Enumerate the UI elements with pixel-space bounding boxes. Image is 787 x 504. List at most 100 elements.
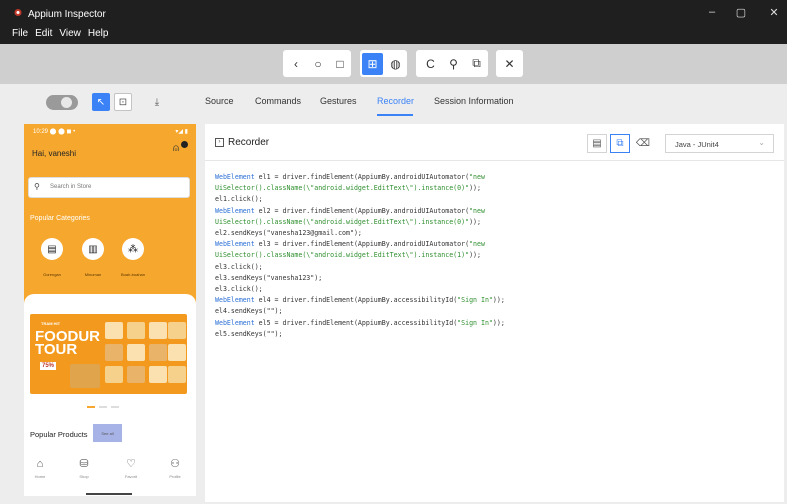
device-screenshot[interactable]: 10:29 ⬤ ⬤ ◼ • ▾◢ ▮ Hai, vaneshi ⍝ ⚲ Sear… — [24, 124, 196, 496]
code-line: WebElement el1 = driver.findElement(Appi… — [215, 173, 485, 181]
maximize-button[interactable]: ▢ — [734, 6, 748, 19]
status-bar-left: 10:29 ⬤ ⬤ ◼ • — [33, 129, 76, 135]
toolbar: ‹ ○ □ ⊞ ◍ C ⚲ ⧉ ✕ — [0, 44, 787, 84]
food-image — [127, 322, 145, 339]
gesture-bar — [86, 493, 132, 495]
appium-logo-icon — [14, 9, 22, 16]
store-search-input[interactable]: ⚲ Search in Store — [28, 177, 190, 198]
inspector-mode-group: ⊞ ◍ — [360, 50, 407, 77]
food-image — [70, 364, 100, 388]
notification-dot — [181, 141, 188, 148]
refresh-icon[interactable]: C — [420, 53, 441, 75]
title-bar: Appium Inspector File Edit View Help – ▢… — [0, 0, 787, 44]
code-line: UiSelector().className(\"android.widget.… — [215, 217, 481, 226]
recorder-title: Recorder — [228, 137, 270, 148]
code-line: el3.click(); — [215, 262, 263, 271]
code-line: el5.sendKeys(""); — [215, 329, 283, 338]
food-image — [105, 344, 123, 361]
food-image — [127, 366, 145, 383]
menu-help[interactable]: Help — [88, 28, 109, 39]
device-nav-group: ‹ ○ □ — [283, 50, 351, 77]
carousel-dot — [99, 406, 107, 408]
category-gorengan-icon[interactable]: ▤ — [41, 238, 63, 260]
minimize-button[interactable]: – — [705, 6, 719, 18]
recorded-code[interactable]: WebElement el1 = driver.findElement(Appi… — [215, 172, 775, 340]
tab-recorder[interactable]: Recorder — [377, 96, 414, 106]
tab-source[interactable]: Source — [205, 96, 234, 106]
code-line: WebElement el2 = driver.findElement(Appi… — [215, 206, 485, 215]
code-line: el2.sendKeys("vanesha123@gmail.com"); — [215, 229, 362, 238]
language-selected: Java - JUnit4 — [675, 140, 719, 149]
banner-discount: 75% — [40, 362, 57, 370]
chevron-down-icon: ⌄ — [758, 138, 765, 147]
profile-icon: ⚇ — [170, 458, 180, 470]
category-minuman-icon[interactable]: ▥ — [82, 238, 104, 260]
category-label: Minuman — [84, 272, 102, 277]
select-elements-icon[interactable]: ↖ — [92, 93, 110, 111]
search-icon[interactable]: ⚲ — [443, 53, 464, 75]
promo-banner[interactable]: TRAM HIT FOODUR TOUR 75% — [30, 314, 187, 394]
menu-view[interactable]: View — [59, 28, 81, 39]
native-mode-icon[interactable]: ⊞ — [362, 52, 383, 75]
popular-products-highlight[interactable]: See all — [93, 424, 122, 442]
app-switch-icon[interactable]: □ — [330, 53, 350, 75]
code-line: WebElement el4 = driver.findElement(Appi… — [215, 296, 505, 305]
search-placeholder: Search in Store — [50, 184, 92, 190]
food-image — [168, 344, 186, 361]
download-icon[interactable]: ⤓ — [148, 93, 166, 111]
food-image — [127, 344, 145, 361]
language-select[interactable]: Java - JUnit4 ⌄ — [665, 134, 774, 153]
carousel-dots — [87, 406, 119, 408]
tab-session-information[interactable]: Session Information — [434, 96, 514, 106]
category-buah-icon[interactable]: ⁂ — [122, 238, 144, 260]
notification-bell-icon[interactable]: ⍝ — [173, 141, 188, 158]
tab-gestures[interactable]: Gestures — [320, 96, 357, 106]
carousel-dot — [87, 406, 95, 408]
menu-edit[interactable]: Edit — [35, 28, 52, 39]
copy-xml-icon[interactable]: ⧉ — [466, 53, 487, 75]
category-label: Buah-buahan — [120, 272, 146, 277]
food-image — [105, 366, 123, 383]
menu-file[interactable]: File — [12, 28, 28, 39]
banner-small-text: TRAM HIT — [41, 321, 61, 326]
heart-icon: ♡ — [126, 458, 136, 470]
code-line: UiSelector().className(\"android.widget.… — [215, 251, 481, 260]
nav-profile[interactable]: ⚇ Profile — [160, 458, 190, 479]
food-image — [149, 366, 167, 383]
recorder-icon: › — [215, 138, 224, 147]
screenshot-toggle[interactable] — [46, 95, 78, 110]
action-group: C ⚲ ⧉ — [416, 50, 488, 77]
quit-session-icon[interactable]: ✕ — [499, 53, 520, 75]
nav-favorit[interactable]: ♡ Favorit — [116, 458, 146, 479]
tab-commands[interactable]: Commands — [255, 96, 301, 106]
bottom-navigation: ⌂ Home ⛁ Shop ♡ Favorit ⚇ Profile — [24, 452, 196, 496]
appium-inspector-window: Appium Inspector File Edit View Help – ▢… — [0, 0, 787, 504]
category-label: Gorengan — [43, 272, 61, 277]
copy-code-icon[interactable]: ⧉ — [610, 134, 630, 153]
food-image — [168, 366, 186, 383]
greeting-text[interactable]: Hai, vaneshi — [32, 149, 76, 158]
close-window-button[interactable]: ✕ — [767, 6, 781, 19]
food-image — [168, 322, 186, 339]
toggle-knob — [61, 97, 72, 108]
search-icon: ⚲ — [34, 182, 40, 191]
tabs-row: ↖ ⊡ ⤓ Source Commands Gestures Recorder … — [0, 84, 787, 120]
code-line: UiSelector().className(\"android.widget.… — [215, 184, 481, 193]
popular-products-title: Popular Products — [30, 430, 88, 439]
home-icon[interactable]: ○ — [308, 53, 328, 75]
code-line: el1.click(); — [215, 195, 263, 204]
tap-coordinates-icon[interactable]: ⊡ — [114, 93, 132, 111]
back-icon[interactable]: ‹ — [286, 53, 306, 75]
recorder-panel: › Recorder ▤ ⧉ ⌫ Java - JUnit4 ⌄ WebElem… — [205, 124, 784, 502]
clear-actions-icon[interactable]: ⌫ — [633, 134, 653, 153]
show-boilerplate-icon[interactable]: ▤ — [587, 134, 607, 153]
window-title: Appium Inspector — [28, 9, 106, 20]
nav-shop[interactable]: ⛁ Shop — [69, 458, 99, 479]
active-tab-indicator — [377, 114, 413, 116]
status-bar-right: ▾◢ ▮ — [175, 129, 188, 135]
web-mode-icon[interactable]: ◍ — [385, 53, 406, 75]
code-line: el4.sendKeys(""); — [215, 307, 283, 316]
code-line: WebElement el5 = driver.findElement(Appi… — [215, 318, 505, 327]
code-line: WebElement el3 = driver.findElement(Appi… — [215, 240, 485, 249]
nav-home[interactable]: ⌂ Home — [25, 458, 55, 479]
